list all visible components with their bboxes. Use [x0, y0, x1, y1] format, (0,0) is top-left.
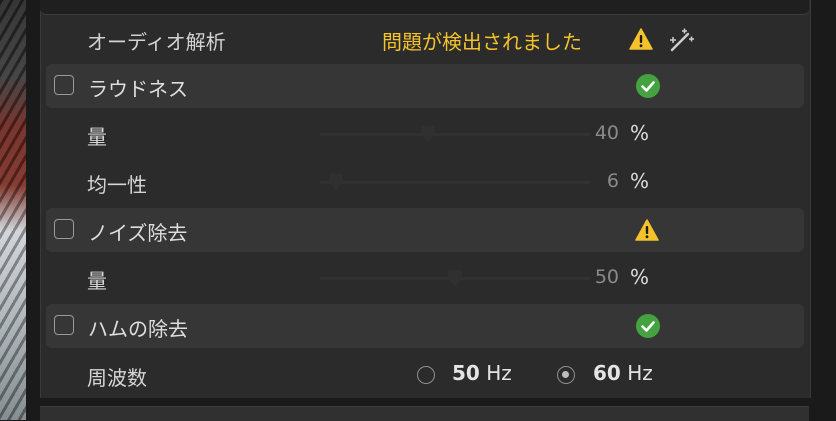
frequency-label: 周波数 [87, 366, 147, 390]
slider-knob[interactable] [448, 270, 462, 286]
amount-value[interactable]: 50 [595, 266, 619, 288]
loudness-uniformity-row: 均一性 6 % [40, 159, 809, 205]
loudness-amount-slider[interactable] [320, 126, 590, 142]
section-noise-removal: ノイズ除去 [46, 208, 804, 252]
hum-removal-checkbox[interactable] [54, 315, 74, 335]
check-circle-icon [636, 74, 660, 98]
magic-wand-icon[interactable] [664, 26, 696, 54]
next-section-edge [40, 406, 809, 421]
section-loudness: ラウドネス [46, 64, 804, 108]
noise-removal-amount-row: 量 50 % [40, 255, 809, 301]
percent-unit: % [630, 169, 650, 193]
slider-knob[interactable] [421, 126, 435, 142]
section-hum-removal: ハムの除去 [46, 304, 804, 348]
problem-detected-status: 問題が検出されました [382, 30, 582, 54]
amount-value[interactable]: 40 [595, 122, 619, 144]
frequency-60hz-label[interactable]: 60 Hz [593, 361, 653, 385]
previous-section-edge [40, 0, 809, 15]
loudness-uniformity-slider[interactable] [320, 174, 590, 190]
frequency-unit: Hz [627, 361, 653, 385]
frequency-60hz-radio[interactable] [557, 366, 575, 384]
hum-frequency-row: 周波数 50 Hz 60 Hz [40, 352, 809, 398]
loudness-amount-row: 量 40 % [40, 111, 809, 157]
hum-removal-label: ハムの除去 [88, 317, 188, 341]
frequency-number: 60 [593, 361, 621, 385]
noise-removal-label: ノイズ除去 [88, 221, 188, 245]
uniformity-value[interactable]: 6 [607, 170, 619, 192]
frequency-number: 50 [452, 361, 480, 385]
viewer-image-edge [0, 0, 26, 420]
noise-removal-amount-slider[interactable] [320, 270, 590, 286]
amount-label: 量 [87, 125, 107, 149]
check-circle-icon [636, 314, 660, 338]
warning-icon [629, 28, 653, 50]
audio-analysis-header: オーディオ解析 問題が検出されました [40, 22, 809, 58]
percent-unit: % [630, 121, 650, 145]
frequency-50hz-radio[interactable] [417, 366, 435, 384]
frequency-unit: Hz [486, 361, 512, 385]
frequency-50hz-label[interactable]: 50 Hz [452, 361, 512, 385]
noise-removal-checkbox[interactable] [54, 219, 74, 239]
audio-analysis-title: オーディオ解析 [87, 30, 226, 54]
warning-icon [635, 219, 659, 241]
loudness-checkbox[interactable] [54, 75, 74, 95]
percent-unit: % [630, 265, 650, 289]
amount-label: 量 [87, 269, 107, 293]
slider-knob[interactable] [329, 174, 344, 190]
uniformity-label: 均一性 [87, 173, 147, 197]
loudness-label: ラウドネス [88, 77, 188, 101]
